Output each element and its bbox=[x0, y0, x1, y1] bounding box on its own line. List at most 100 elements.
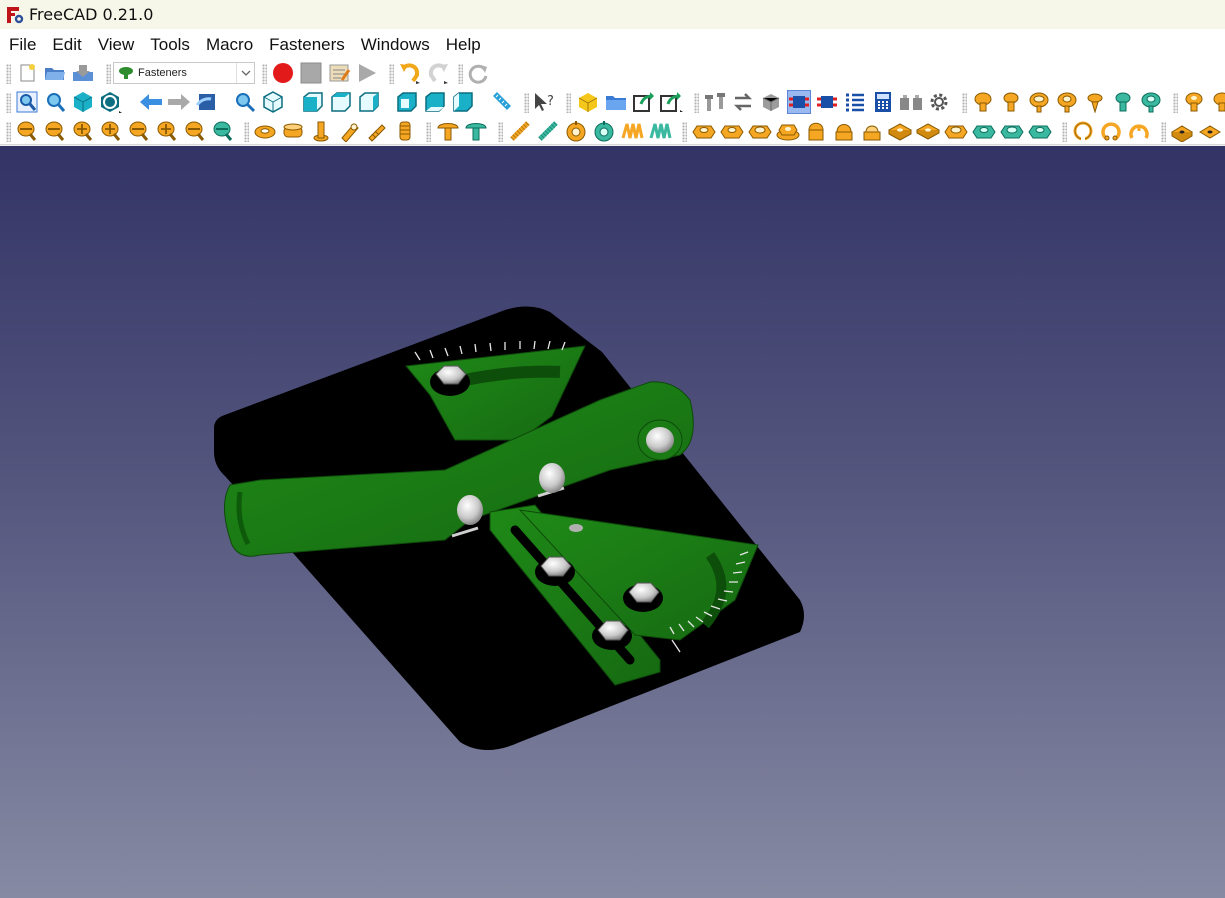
stainless-insert-nut-icon[interactable] bbox=[592, 119, 616, 143]
macro-run-icon[interactable] bbox=[355, 61, 379, 85]
toolbar-grip[interactable] bbox=[694, 93, 699, 113]
pin-icon[interactable] bbox=[309, 119, 333, 143]
toolbar-grip[interactable] bbox=[262, 64, 267, 84]
3d-model-render[interactable] bbox=[0, 146, 1225, 898]
view-fit-icon[interactable] bbox=[233, 90, 257, 114]
oval-head-screw-icon[interactable] bbox=[183, 119, 207, 143]
stainless-bolt-icon[interactable] bbox=[1139, 90, 1163, 114]
link-icon[interactable] bbox=[632, 90, 656, 114]
socket-cap-screw-icon[interactable] bbox=[999, 90, 1023, 114]
link-actions-icon[interactable] bbox=[660, 90, 684, 114]
back-arrow-icon[interactable] bbox=[139, 90, 163, 114]
retaining-ring-icon[interactable] bbox=[1071, 119, 1095, 143]
stainless-rivet-icon[interactable] bbox=[464, 119, 488, 143]
macro-stop-icon[interactable] bbox=[299, 61, 323, 85]
circlip-icon[interactable] bbox=[1099, 119, 1123, 143]
spring-coil-icon[interactable] bbox=[620, 119, 644, 143]
forward-arrow-icon[interactable] bbox=[167, 90, 191, 114]
view-rear-icon[interactable] bbox=[395, 90, 419, 114]
stainless-lock-nut-icon[interactable] bbox=[1000, 119, 1024, 143]
set-screw-icon[interactable] bbox=[1111, 90, 1135, 114]
spring-washer-icon[interactable] bbox=[281, 119, 305, 143]
hex-nut-icon[interactable] bbox=[692, 119, 716, 143]
stainless-slotted-screw-icon[interactable] bbox=[211, 119, 235, 143]
toolbar-grip[interactable] bbox=[426, 122, 431, 142]
toolbar-grip[interactable] bbox=[6, 64, 11, 84]
stainless-spring-coil-icon[interactable] bbox=[648, 119, 672, 143]
threaded-rod-short-icon[interactable] bbox=[393, 119, 417, 143]
settings-gear-icon[interactable] bbox=[927, 90, 951, 114]
chevron-down-icon[interactable] bbox=[236, 63, 254, 83]
create-group-icon[interactable] bbox=[604, 90, 628, 114]
raised-countersunk-icon[interactable] bbox=[127, 119, 151, 143]
stainless-threaded-rod-icon[interactable] bbox=[536, 119, 560, 143]
draw-style-icon[interactable] bbox=[99, 90, 123, 114]
hex-bolt-partial-icon[interactable] bbox=[1208, 90, 1225, 114]
menu-macro[interactable]: Macro bbox=[198, 30, 261, 58]
view-left-icon[interactable] bbox=[451, 90, 475, 114]
simplify-shape-icon[interactable] bbox=[759, 90, 783, 114]
macro-edit-icon[interactable] bbox=[327, 61, 351, 85]
fit-all-icon[interactable] bbox=[15, 90, 39, 114]
screw-calculator-icon[interactable] bbox=[871, 90, 895, 114]
square-nut-icon[interactable] bbox=[888, 119, 912, 143]
menu-file[interactable]: File bbox=[1, 30, 44, 58]
3d-viewport[interactable] bbox=[0, 146, 1225, 898]
toolbar-grip[interactable] bbox=[962, 93, 967, 113]
toolbar-grip[interactable] bbox=[682, 122, 687, 142]
view-right-icon[interactable] bbox=[357, 90, 381, 114]
view-top-icon[interactable] bbox=[329, 90, 353, 114]
menu-windows[interactable]: Windows bbox=[353, 30, 438, 58]
stainless-thin-nut-icon[interactable] bbox=[1028, 119, 1052, 143]
open-document-icon[interactable] bbox=[43, 61, 67, 85]
e-clip-icon[interactable] bbox=[1127, 119, 1151, 143]
view-front-icon[interactable] bbox=[301, 90, 325, 114]
slotted-nut-icon[interactable] bbox=[944, 119, 968, 143]
menu-tools[interactable]: Tools bbox=[142, 30, 198, 58]
fastener-length-icon[interactable] bbox=[703, 90, 727, 114]
dome-nut-icon[interactable] bbox=[860, 119, 884, 143]
bill-of-materials-icon[interactable] bbox=[843, 90, 867, 114]
washer-icon[interactable] bbox=[253, 119, 277, 143]
workbench-selector[interactable]: Fasteners bbox=[113, 62, 255, 84]
sync-view-icon[interactable] bbox=[195, 90, 219, 114]
toolbar-grip[interactable] bbox=[6, 93, 11, 113]
toolbar-grip[interactable] bbox=[1062, 122, 1067, 142]
redo-icon[interactable] bbox=[426, 61, 450, 85]
new-document-icon[interactable] bbox=[15, 61, 39, 85]
threaded-insert-icon[interactable] bbox=[337, 119, 361, 143]
hex-bolt-alt-icon[interactable] bbox=[1182, 90, 1206, 114]
fit-selection-icon[interactable] bbox=[43, 90, 67, 114]
toolbar-grip[interactable] bbox=[1173, 93, 1178, 113]
undo-icon[interactable] bbox=[398, 61, 422, 85]
counterbore-icon[interactable] bbox=[899, 90, 923, 114]
flange-bolt-icon[interactable] bbox=[1027, 90, 1051, 114]
view-isometric-wire-icon[interactable] bbox=[261, 90, 285, 114]
rivet-icon[interactable] bbox=[436, 119, 460, 143]
cap-nut-icon[interactable] bbox=[804, 119, 828, 143]
toolbar-grip[interactable] bbox=[458, 64, 463, 84]
lock-nut-icon[interactable] bbox=[748, 119, 772, 143]
button-head-screw-icon[interactable] bbox=[1055, 90, 1079, 114]
macro-record-icon[interactable] bbox=[271, 61, 295, 85]
toolbar-grip[interactable] bbox=[244, 122, 249, 142]
threaded-rod-icon[interactable] bbox=[508, 119, 532, 143]
whats-this-icon[interactable]: ? bbox=[533, 90, 557, 114]
toolbar-grip[interactable] bbox=[524, 93, 529, 113]
flange-nut-icon[interactable] bbox=[776, 119, 800, 143]
toolbar-grip[interactable] bbox=[389, 64, 394, 84]
match-inner-edge-icon[interactable] bbox=[815, 90, 839, 114]
slotted-screw-icon[interactable] bbox=[15, 119, 39, 143]
menu-edit[interactable]: Edit bbox=[44, 30, 89, 58]
pan-head-screw-icon[interactable] bbox=[1083, 90, 1107, 114]
pan-slotted-screw-icon[interactable] bbox=[155, 119, 179, 143]
view-bottom-icon[interactable] bbox=[423, 90, 447, 114]
t-slot-bolt-icon[interactable] bbox=[1198, 119, 1222, 143]
save-document-icon[interactable] bbox=[71, 61, 95, 85]
hex-head-bolt-icon[interactable] bbox=[971, 90, 995, 114]
t-slot-nut-icon[interactable] bbox=[1170, 119, 1194, 143]
cross-recess-screw-icon[interactable] bbox=[71, 119, 95, 143]
dowel-pin-icon[interactable] bbox=[365, 119, 389, 143]
measure-distance-icon[interactable] bbox=[489, 90, 513, 114]
create-part-icon[interactable] bbox=[576, 90, 600, 114]
